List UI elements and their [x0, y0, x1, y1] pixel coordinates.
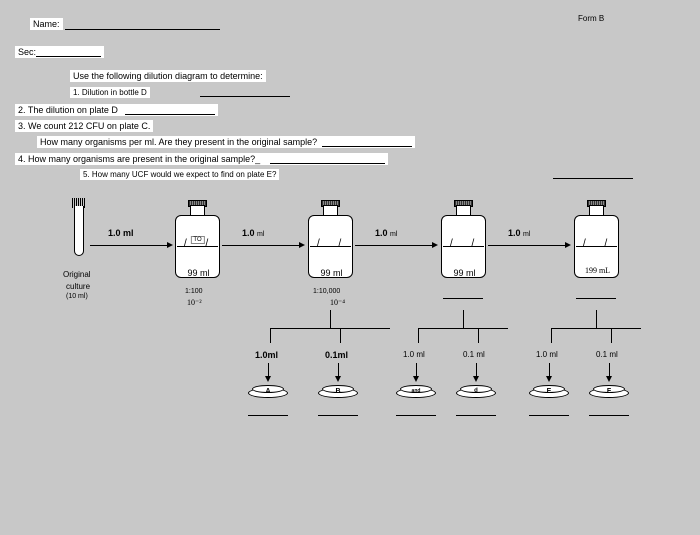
bottle-b-icon: / / 99 ml — [308, 200, 353, 280]
arrow-icon — [488, 245, 566, 246]
plate-vol-b: 0.1ml — [325, 350, 348, 360]
plate-c-blank[interactable] — [396, 415, 436, 416]
connector-line — [611, 328, 612, 343]
plate-vol-a: 1.0ml — [255, 350, 278, 360]
vol-3: 1.0 ml — [375, 228, 397, 238]
q4-blank-2[interactable] — [553, 169, 633, 179]
dilution-2: 1:10,000 — [313, 288, 340, 295]
connector-line — [418, 328, 508, 329]
q1-blank[interactable] — [200, 87, 290, 97]
name-label: Name: — [30, 18, 63, 30]
arrow-icon — [222, 245, 300, 246]
plate-c-icon: and — [396, 385, 436, 399]
dilution-1-hand: 10⁻² — [187, 298, 202, 307]
question-3b: How many organisms per ml. Are they pres… — [37, 136, 415, 148]
sec-field: Sec: — [15, 46, 104, 58]
plate-a-blank[interactable] — [248, 415, 288, 416]
instructions: Use the following dilution diagram to de… — [70, 70, 266, 82]
name-field: Name: — [30, 18, 220, 30]
bottle-d-icon: / / 199 mL — [574, 200, 619, 280]
original-tube-icon — [70, 198, 88, 258]
plate-vol-c: 1.0 ml — [403, 350, 425, 359]
question-5: 5. How many UCF would we expect to find … — [80, 169, 279, 180]
plate-b-blank[interactable] — [318, 415, 358, 416]
question-3a: 3. We count 212 CFU on plate C. — [15, 120, 153, 132]
vol-4: 1.0 ml — [508, 228, 530, 238]
q4-blank[interactable] — [270, 163, 385, 164]
original-label-2: culture — [66, 282, 90, 291]
dilution-2-hand: 10⁻⁴ — [330, 298, 345, 307]
arrow-down-icon — [609, 363, 610, 377]
q2-blank[interactable] — [125, 114, 215, 115]
original-label-1: Original — [63, 270, 91, 279]
connector-line — [330, 310, 331, 328]
bottle-c-icon: / / 99 ml — [441, 200, 486, 280]
connector-line — [270, 328, 271, 343]
original-label-3: (10 ml) — [66, 293, 88, 300]
question-2: 2. The dilution on plate D — [15, 104, 218, 116]
plate-e-blank[interactable] — [529, 415, 569, 416]
plate-d-blank[interactable] — [456, 415, 496, 416]
connector-line — [551, 328, 641, 329]
question-4: 4. How many organisms are present in the… — [15, 153, 388, 165]
arrow-down-icon — [549, 363, 550, 377]
dilution-3-blank[interactable] — [443, 298, 483, 299]
plate-f-blank[interactable] — [589, 415, 629, 416]
connector-line — [596, 310, 597, 328]
bottle-a-icon: / / TO 99 ml — [175, 200, 220, 280]
arrow-icon — [355, 245, 433, 246]
arrow-down-icon — [476, 363, 477, 377]
connector-line — [478, 328, 479, 343]
form-label: Form B — [578, 14, 604, 23]
name-blank[interactable] — [65, 29, 220, 30]
question-1: 1. Dilution in bottle D — [70, 87, 150, 98]
plate-b-icon: B — [318, 385, 358, 399]
sec-blank[interactable] — [36, 56, 101, 57]
plate-vol-d: 0.1 ml — [463, 350, 485, 359]
dilution-1: 1:100 — [185, 288, 203, 295]
connector-line — [340, 328, 341, 343]
plate-a-icon: A — [248, 385, 288, 399]
plate-d-icon: d — [456, 385, 496, 399]
plate-f-icon: F — [589, 385, 629, 399]
plate-e-icon: E — [529, 385, 569, 399]
connector-line — [551, 328, 552, 343]
dilution-4-blank[interactable] — [576, 298, 616, 299]
arrow-down-icon — [416, 363, 417, 377]
sec-label: Sec: — [18, 47, 36, 57]
arrow-down-icon — [268, 363, 269, 377]
connector-line — [463, 310, 464, 328]
q3-blank[interactable] — [322, 146, 412, 147]
arrow-icon — [90, 245, 168, 246]
plate-vol-e: 1.0 ml — [536, 350, 558, 359]
connector-line — [270, 328, 390, 329]
arrow-down-icon — [338, 363, 339, 377]
dilution-diagram: Original culture (10 ml) 1.0 ml 1.0 ml 1… — [40, 190, 680, 520]
connector-line — [418, 328, 419, 343]
vol-2: 1.0 ml — [242, 228, 264, 238]
vol-1: 1.0 ml — [108, 228, 134, 238]
plate-vol-f: 0.1 ml — [596, 350, 618, 359]
